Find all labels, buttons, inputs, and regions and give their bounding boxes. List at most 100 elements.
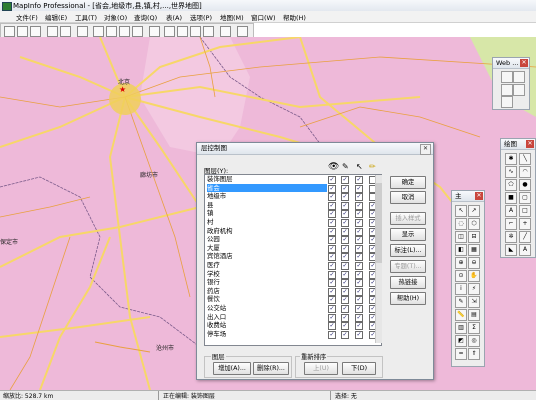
- rounded-rect-tool-icon[interactable]: ▢: [519, 192, 531, 204]
- menu-edit[interactable]: 编辑(E): [45, 12, 67, 22]
- layer-row[interactable]: 学校 ✓ ✓ ✓ ✓: [205, 270, 381, 279]
- symbol-style-icon[interactable]: ✲: [505, 231, 517, 243]
- hotlink-button[interactable]: 热链接: [390, 276, 426, 289]
- new-grapher-icon[interactable]: [177, 26, 188, 37]
- layer-row[interactable]: 药店 ✓ ✓ ✓ ✓: [205, 287, 381, 296]
- layer-row[interactable]: 收费站 ✓ ✓ ✓ ✓: [205, 321, 381, 331]
- zoom-in-icon[interactable]: ⊕: [455, 257, 467, 269]
- web-services-icon[interactable]: [501, 71, 513, 83]
- menu-query[interactable]: 查询(Q): [134, 12, 157, 22]
- paste-icon[interactable]: [119, 26, 130, 37]
- polygon-tool-icon[interactable]: ⬠: [505, 179, 517, 191]
- open-icon[interactable]: [17, 26, 28, 37]
- layer-row[interactable]: 出入口 ✓ ✓ ✓ ✓: [205, 313, 381, 322]
- remove-layer-button[interactable]: 删除(R)...: [253, 362, 289, 375]
- move-down-button[interactable]: 下(D): [342, 362, 376, 375]
- layer-row[interactable]: 地级市 ✓ ✓ ✓: [205, 192, 381, 202]
- marquee-select-icon[interactable]: ↗: [468, 205, 480, 217]
- polygon-select-icon[interactable]: ⬡: [468, 218, 480, 230]
- reshape-tool-icon[interactable]: ⌐: [505, 218, 517, 230]
- add-layer-button[interactable]: 增加(A)...: [213, 362, 251, 375]
- editable-checkbox[interactable]: ✓: [341, 330, 349, 339]
- line-tool-icon[interactable]: ╲: [519, 153, 531, 165]
- display-button[interactable]: 显示: [390, 228, 426, 241]
- redistrict-icon[interactable]: [203, 26, 214, 37]
- new-layout-icon[interactable]: [190, 26, 201, 37]
- new-mapper-icon[interactable]: [164, 26, 175, 37]
- save-as-icon[interactable]: [60, 26, 71, 37]
- layer-row[interactable]: 公园 ✓ ✓ ✓ ✓: [205, 235, 381, 245]
- scrollbar-thumb[interactable]: [376, 183, 382, 263]
- layer-row[interactable]: 医疗 ✓ ✓ ✓ ✓: [205, 261, 381, 270]
- frame-tool-icon[interactable]: □: [519, 205, 531, 217]
- layer-control-icon[interactable]: ▤: [468, 309, 480, 321]
- info-tool-icon[interactable]: i: [455, 283, 467, 295]
- layer-row[interactable]: 政府机构 ✓ ✓ ✓ ✓: [205, 227, 381, 236]
- layer-row[interactable]: 镇 ✓ ✓ ✓ ✓: [205, 209, 381, 219]
- window-icon[interactable]: [220, 26, 231, 37]
- menu-options[interactable]: 选项(P): [190, 12, 212, 22]
- layer-list-scrollbar[interactable]: [375, 175, 382, 343]
- close-icon[interactable]: ✕: [420, 144, 431, 155]
- close-icon[interactable]: ✕: [526, 140, 534, 148]
- layer-row[interactable]: 停车场 ✓ ✓ ✓ ✓: [205, 330, 381, 339]
- help-button[interactable]: 帮助(H): [390, 292, 426, 305]
- boundary-select-icon[interactable]: ◫: [455, 231, 467, 243]
- select-tool-icon[interactable]: ↖: [455, 205, 467, 217]
- menu-map[interactable]: 地图(M): [220, 12, 244, 22]
- new-browser-icon[interactable]: [149, 26, 160, 37]
- close-icon[interactable]: ✕: [475, 192, 483, 200]
- copy-icon[interactable]: [106, 26, 117, 37]
- undo-icon[interactable]: [132, 26, 143, 37]
- set-target-icon[interactable]: ◎: [468, 335, 480, 347]
- region-style-icon[interactable]: ◣: [505, 244, 517, 256]
- symbol-tool-icon[interactable]: ✱: [505, 153, 517, 165]
- cancel-button[interactable]: 取消: [390, 191, 426, 204]
- menu-objects[interactable]: 对象(O): [104, 12, 127, 22]
- drag-map-icon[interactable]: ⇲: [468, 296, 480, 308]
- polyline-tool-icon[interactable]: ∿: [505, 166, 517, 178]
- open-workspace-icon[interactable]: [30, 26, 41, 37]
- layer-row[interactable]: 餐饮 ✓ ✓ ✓ ✓: [205, 295, 381, 305]
- show-statistics-icon[interactable]: Σ: [468, 322, 480, 334]
- wms-icon[interactable]: [501, 84, 513, 96]
- ok-button[interactable]: 确定: [390, 176, 426, 189]
- layer-row[interactable]: 村 ✓ ✓ ✓ ✓: [205, 218, 381, 227]
- layer-row[interactable]: 宾馆酒店 ✓ ✓ ✓ ✓: [205, 252, 381, 262]
- ruler-icon[interactable]: 📏: [455, 309, 467, 321]
- hotlink-icon[interactable]: ⚡: [468, 283, 480, 295]
- web-tool-icon[interactable]: [501, 96, 513, 108]
- layer-row[interactable]: 县 ✓ ✓ ✓ ✓: [205, 201, 381, 210]
- menu-file[interactable]: 文件(F): [16, 12, 38, 22]
- thematic-button[interactable]: 专题(T)...: [390, 260, 426, 273]
- close-icon[interactable]: ✕: [520, 59, 528, 67]
- wfs-icon[interactable]: [513, 84, 525, 96]
- north-arrow-icon[interactable]: ⇑: [468, 348, 480, 360]
- show-legend-icon[interactable]: ▥: [455, 322, 467, 334]
- selectable-checkbox[interactable]: ✓: [355, 330, 363, 339]
- insert-style-button[interactable]: 插入样式: [390, 212, 426, 225]
- invert-select-icon[interactable]: ◧: [455, 244, 467, 256]
- rectangle-tool-icon[interactable]: ■: [505, 192, 517, 204]
- unselect-all-icon[interactable]: ⊟: [468, 231, 480, 243]
- layer-row[interactable]: 公交站 ✓ ✓ ✓ ✓: [205, 304, 381, 313]
- line-style-icon[interactable]: ╱: [519, 231, 531, 243]
- zoom-out-icon[interactable]: ⊖: [468, 257, 480, 269]
- menu-tools[interactable]: 工具(T): [75, 12, 97, 22]
- menu-table[interactable]: 表(A): [166, 12, 182, 22]
- save-icon[interactable]: [47, 26, 58, 37]
- layer-list[interactable]: 装饰图层 ✓ ✓ ✓ 省会 ✓ ✓ ✓ 地级市 ✓ ✓ ✓ 县 ✓ ✓ ✓ ✓ 镇 ✓ ✓ ✓ ✓ 村 ✓ ✓ ✓ ✓ 政府机构 ✓ ✓ ✓…: [204, 174, 382, 346]
- menu-window[interactable]: 窗口(W): [251, 12, 276, 22]
- change-view-icon[interactable]: ⊙: [455, 270, 467, 282]
- add-node-tool-icon[interactable]: +: [519, 218, 531, 230]
- grabber-hand-icon[interactable]: ✋: [468, 270, 480, 282]
- help-icon[interactable]: [237, 26, 248, 37]
- layer-row[interactable]: 银行 ✓ ✓ ✓ ✓: [205, 278, 381, 288]
- cut-icon[interactable]: [93, 26, 104, 37]
- print-icon[interactable]: [77, 26, 88, 37]
- clip-region-icon[interactable]: ◩: [455, 335, 467, 347]
- layer-row[interactable]: 省会 ✓ ✓ ✓: [205, 183, 381, 193]
- visible-checkbox[interactable]: ✓: [328, 330, 336, 339]
- arc-tool-icon[interactable]: ◠: [519, 166, 531, 178]
- radius-select-icon[interactable]: ◌: [455, 218, 467, 230]
